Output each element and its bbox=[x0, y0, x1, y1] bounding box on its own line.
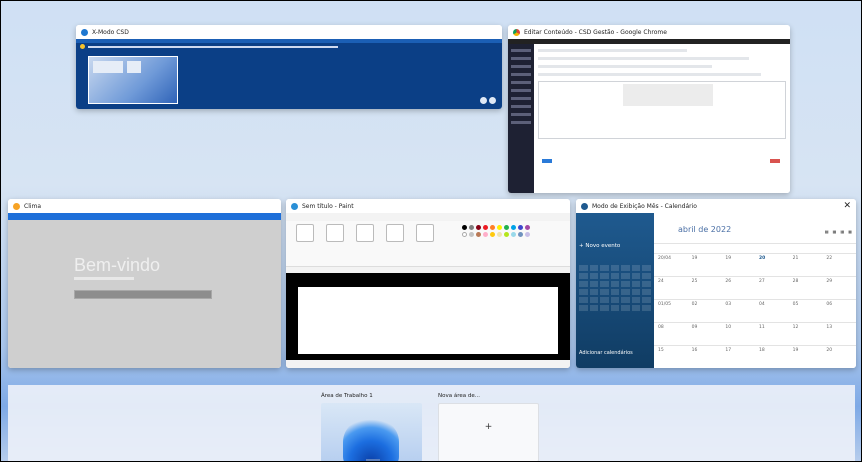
paint-icon bbox=[291, 202, 298, 210]
welcome-subtitle bbox=[74, 277, 134, 280]
window-preview bbox=[508, 39, 790, 193]
window-preview: Bem-vindo bbox=[8, 213, 281, 368]
window-x-modo-csd[interactable]: X-Modo CSD bbox=[76, 25, 502, 109]
mini-calendar[interactable] bbox=[579, 265, 651, 311]
status-bar bbox=[286, 360, 570, 368]
drawing-canvas[interactable] bbox=[298, 287, 558, 354]
menu-bar bbox=[286, 213, 570, 221]
tools-group[interactable] bbox=[356, 224, 374, 242]
window-header[interactable]: Editar Conteúdo - CSD Gestão - Google Ch… bbox=[508, 25, 790, 39]
add-desktop-icon: + bbox=[484, 422, 493, 432]
desktop-1-label: Área de Trabalho 1 bbox=[321, 393, 373, 399]
info-banner bbox=[76, 43, 502, 50]
prev-icon[interactable] bbox=[480, 97, 487, 104]
location-search-input[interactable] bbox=[74, 290, 212, 299]
window-header[interactable]: Sem título - Paint bbox=[286, 199, 570, 213]
month-grid[interactable]: 20/04 19 19 20 21 22 24 25 26 27 28 29 01/05 02 03 04… bbox=[654, 243, 856, 368]
brushes-tool[interactable] bbox=[386, 224, 404, 242]
window-title: Clima bbox=[24, 202, 42, 210]
ribbon bbox=[286, 221, 570, 267]
app-sidebar bbox=[508, 44, 534, 193]
color-palette[interactable] bbox=[462, 225, 530, 237]
weather-icon bbox=[13, 202, 20, 210]
editor-main bbox=[538, 49, 786, 189]
warning-icon bbox=[80, 44, 85, 49]
image-tool[interactable] bbox=[326, 224, 344, 242]
app-titlebar bbox=[8, 213, 281, 220]
window-clima[interactable]: Clima Bem-vindo bbox=[8, 199, 281, 368]
window-header[interactable]: Modo de Exibição Mês - Calendário ✕ bbox=[576, 199, 856, 213]
window-title: Sem título - Paint bbox=[302, 202, 354, 210]
view-switcher[interactable]: ▦ ▦ ▦ ▦ bbox=[825, 229, 852, 234]
clipboard-tool[interactable] bbox=[296, 224, 314, 242]
sidebar-header bbox=[576, 213, 654, 217]
windows-bloom-wallpaper bbox=[343, 417, 399, 462]
window-chrome-editor[interactable]: Editar Conteúdo - CSD Gestão - Google Ch… bbox=[508, 25, 790, 193]
next-icon[interactable] bbox=[489, 97, 496, 104]
delete-button[interactable] bbox=[770, 159, 780, 163]
new-desktop-label: Nova área de... bbox=[438, 393, 480, 399]
window-title: Editar Conteúdo - CSD Gestão - Google Ch… bbox=[524, 28, 667, 36]
window-title: Modo de Exibição Mês - Calendário bbox=[592, 202, 697, 210]
add-calendars-link[interactable]: Adicionar calendários bbox=[579, 350, 633, 356]
canvas-area[interactable] bbox=[286, 273, 570, 360]
window-preview bbox=[76, 39, 502, 109]
calendar-icon bbox=[581, 202, 588, 210]
window-calendar[interactable]: Modo de Exibição Mês - Calendário ✕ + No… bbox=[576, 199, 856, 368]
nav-controls bbox=[480, 97, 496, 104]
save-button[interactable] bbox=[542, 159, 552, 163]
new-event-label: Novo evento bbox=[585, 243, 621, 249]
virtual-desktops-panel bbox=[8, 385, 855, 462]
window-header[interactable]: X-Modo CSD bbox=[76, 25, 502, 39]
desktop-thumbnail bbox=[88, 56, 178, 104]
desktop-1-thumbnail[interactable] bbox=[321, 403, 422, 462]
chrome-icon bbox=[513, 28, 520, 36]
new-desktop-button[interactable]: + bbox=[438, 403, 539, 462]
welcome-title: Bem-vindo bbox=[74, 255, 161, 275]
close-icon[interactable]: ✕ bbox=[843, 201, 851, 211]
content-editor bbox=[538, 81, 786, 139]
window-preview: + Novo evento Adicionar calendários abri… bbox=[576, 213, 856, 368]
calendar-sidebar: + Novo evento Adicionar calendários bbox=[576, 213, 654, 368]
app-icon bbox=[81, 28, 88, 36]
month-title: abril de 2022 bbox=[678, 225, 732, 234]
browser-tabs bbox=[508, 39, 790, 44]
window-paint[interactable]: Sem título - Paint bbox=[286, 199, 570, 368]
active-desktop-indicator bbox=[366, 459, 380, 461]
new-event-button[interactable]: + Novo evento bbox=[576, 239, 654, 253]
shapes-tool[interactable] bbox=[416, 224, 434, 242]
window-title: X-Modo CSD bbox=[92, 28, 129, 36]
window-preview bbox=[286, 213, 570, 368]
calendar-main: abril de 2022 ▦ ▦ ▦ ▦ 20/04 19 19 20 21 22 24 25 2… bbox=[654, 213, 856, 368]
window-header[interactable]: Clima bbox=[8, 199, 281, 213]
